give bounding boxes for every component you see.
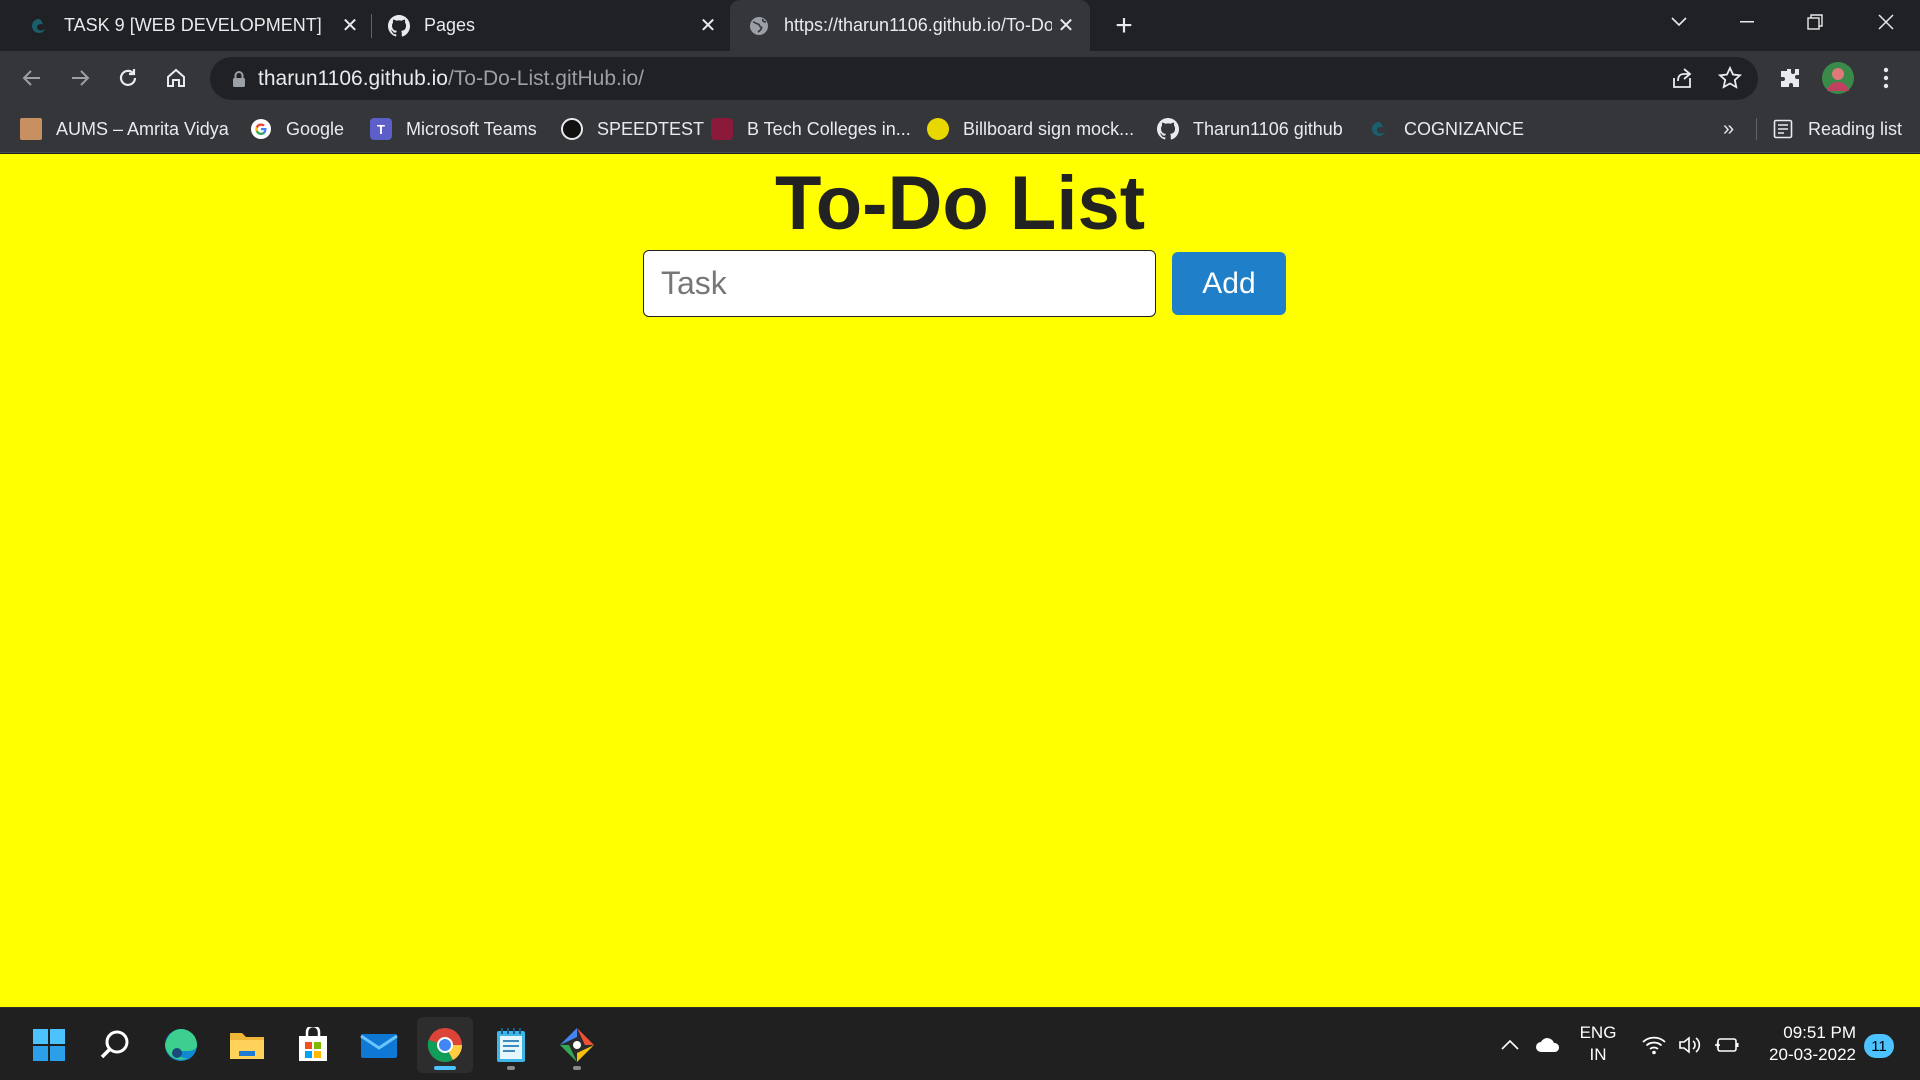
clock[interactable]: 09:51 PM 20-03-2022: [1756, 1022, 1856, 1066]
bookmark-aums[interactable]: AUMS – Amrita Vidya: [20, 106, 229, 152]
onedrive-icon[interactable]: [1535, 1008, 1561, 1080]
tab-pages[interactable]: Pages ✕: [388, 0, 722, 51]
todo-page: To-Do List Add: [0, 154, 1920, 1007]
close-window-button[interactable]: [1852, 0, 1920, 44]
task-input[interactable]: [643, 250, 1156, 317]
running-indicator: [573, 1066, 581, 1070]
add-button[interactable]: Add: [1172, 252, 1286, 315]
language-code: ENG: [1579, 1023, 1617, 1042]
bookmark-teams[interactable]: T Microsoft Teams: [370, 106, 537, 152]
close-tab-icon[interactable]: ✕: [694, 12, 722, 40]
tab-title: TASK 9 [WEB DEVELOPMENT]: [64, 15, 322, 35]
volume-icon[interactable]: [1678, 1008, 1702, 1080]
running-indicator: [507, 1066, 515, 1070]
bookmark-billboard[interactable]: Billboard sign mock...: [927, 106, 1134, 152]
bookmark-star-icon[interactable]: [1717, 65, 1743, 95]
bookmark-label: B Tech Colleges in...: [747, 118, 911, 139]
extensions-icon[interactable]: [1771, 59, 1809, 97]
reload-button[interactable]: [109, 59, 147, 97]
tab-title: https://tharun1106.github.io/To-Do-List.…: [784, 15, 1052, 35]
edge-dev-icon: [28, 15, 50, 37]
bookmark-label: Microsoft Teams: [406, 118, 537, 139]
bookmark-cognizance[interactable]: COGNIZANCE: [1368, 106, 1524, 152]
bookmark-label: SPEEDTEST: [597, 118, 705, 139]
minimize-button[interactable]: [1713, 0, 1781, 44]
address-bar[interactable]: tharun1106.github.io/To-Do-List.gitHub.i…: [210, 57, 1758, 100]
store-icon[interactable]: [285, 1017, 341, 1073]
speedtest-icon: [561, 118, 583, 140]
bookmark-label: Billboard sign mock...: [963, 118, 1135, 139]
college-icon: [711, 118, 733, 140]
close-tab-icon[interactable]: ✕: [336, 12, 364, 40]
github-icon: [388, 14, 410, 37]
notepad-icon[interactable]: [483, 1017, 539, 1073]
github-icon: [1157, 118, 1179, 140]
bookmark-label: Google: [286, 118, 345, 139]
bookmarks-divider: [1756, 118, 1757, 140]
teams-icon: T: [370, 118, 392, 140]
home-button[interactable]: [157, 59, 195, 97]
file-explorer-icon[interactable]: [219, 1017, 275, 1073]
url-host: tharun1106.github.io: [258, 66, 448, 90]
region-code: IN: [1589, 1045, 1607, 1064]
chrome-icon[interactable]: [417, 1017, 473, 1073]
windows-taskbar: ENG IN 09:51 PM 20-03-2022 11: [0, 1007, 1920, 1080]
browser-menu-icon[interactable]: [1867, 59, 1905, 97]
bookmark-label: COGNIZANCE: [1404, 118, 1525, 139]
billboard-icon: [927, 118, 949, 140]
mail-icon[interactable]: [351, 1017, 407, 1073]
page-title: To-Do List: [774, 161, 1146, 246]
bookmark-github[interactable]: Tharun1106 github: [1157, 106, 1343, 152]
share-icon[interactable]: [1670, 66, 1694, 95]
restore-button[interactable]: [1781, 0, 1849, 44]
battery-icon[interactable]: [1714, 1008, 1740, 1080]
back-button[interactable]: [13, 59, 51, 97]
browser-toolbar: tharun1106.github.io/To-Do-List.gitHub.i…: [0, 51, 1920, 106]
active-indicator: [434, 1066, 456, 1070]
bookmark-label: Tharun1106 github: [1193, 118, 1343, 139]
bookmark-label: AUMS – Amrita Vidya: [56, 118, 229, 139]
url-path: /To-Do-List.gitHub.io/: [447, 66, 645, 90]
tab-search-icon[interactable]: [1645, 0, 1713, 44]
tab-task9[interactable]: TASK 9 [WEB DEVELOPMENT] ✕: [28, 0, 364, 51]
url-text: tharun1106.github.io/To-Do-List.gitHub.i…: [258, 67, 644, 91]
bookmark-speedtest[interactable]: SPEEDTEST: [561, 106, 704, 152]
reading-list-label: Reading list: [1808, 118, 1903, 139]
profile-avatar[interactable]: [1819, 59, 1857, 97]
reading-list-button[interactable]: Reading list: [1772, 106, 1902, 152]
bookmark-google[interactable]: Google: [250, 106, 344, 152]
more-bookmarks-button[interactable]: »: [1723, 106, 1734, 152]
aums-icon: [20, 118, 42, 140]
show-hidden-icons[interactable]: [1500, 1008, 1520, 1080]
cognizance-icon: [1368, 118, 1390, 140]
new-tab-button[interactable]: +: [1108, 9, 1140, 42]
edge-icon[interactable]: [153, 1017, 209, 1073]
wifi-icon[interactable]: [1642, 1008, 1666, 1080]
more-bookmarks-label: »: [1723, 117, 1735, 140]
search-icon[interactable]: [87, 1017, 143, 1073]
reading-list-icon: [1772, 118, 1794, 140]
notification-badge[interactable]: 11: [1864, 1034, 1894, 1058]
start-icon[interactable]: [21, 1017, 77, 1073]
tab-todo-list[interactable]: https://tharun1106.github.io/To-Do-List.…: [730, 0, 1090, 51]
bookmarks-bar: AUMS – Amrita Vidya Google T Microsoft T…: [0, 106, 1920, 153]
language-indicator[interactable]: ENG IN: [1578, 1022, 1618, 1066]
lock-icon[interactable]: [228, 70, 250, 88]
bookmark-btech[interactable]: B Tech Colleges in...: [711, 106, 911, 152]
clock-date: 20-03-2022: [1769, 1045, 1856, 1064]
close-tab-icon[interactable]: ✕: [1052, 12, 1080, 40]
forward-button[interactable]: [61, 59, 99, 97]
clock-time: 09:51 PM: [1783, 1023, 1856, 1042]
tab-divider: [371, 14, 372, 38]
git-app-icon[interactable]: [549, 1017, 605, 1073]
tab-title: Pages: [424, 15, 476, 35]
google-icon: [250, 118, 272, 140]
tab-strip: TASK 9 [WEB DEVELOPMENT] ✕ Pages ✕ https…: [0, 0, 1920, 51]
globe-icon: [748, 15, 770, 37]
